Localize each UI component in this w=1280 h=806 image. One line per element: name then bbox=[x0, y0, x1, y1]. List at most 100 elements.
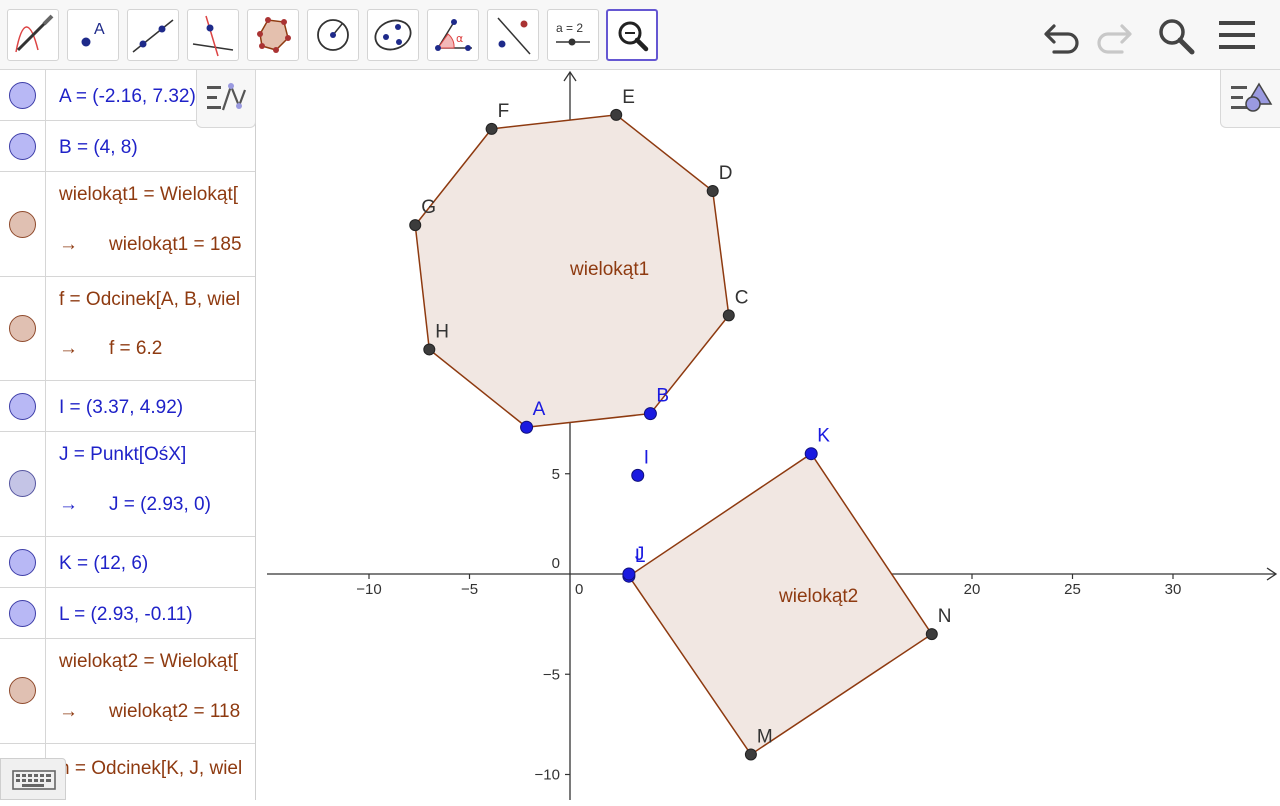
circle-icon bbox=[317, 19, 349, 51]
point-K[interactable] bbox=[804, 447, 818, 461]
point-M[interactable] bbox=[744, 748, 757, 761]
visibility-toggle[interactable] bbox=[9, 393, 36, 420]
algebra-text: B = (4, 8) bbox=[59, 137, 138, 158]
graphics-canvas[interactable]: −10−505101520253020151050−5−10 ABCDEFGHL… bbox=[257, 70, 1280, 800]
point-B[interactable] bbox=[643, 407, 657, 421]
algebra-value: → J = (2.93, 0) bbox=[59, 494, 211, 515]
algebra-text: wielokąt1 = Wielokąt[ bbox=[59, 184, 238, 205]
circle-tool[interactable] bbox=[307, 9, 359, 61]
svg-text:α: α bbox=[456, 32, 463, 45]
line-icon bbox=[132, 19, 174, 53]
reflect-icon bbox=[497, 17, 531, 55]
point-N[interactable] bbox=[925, 628, 938, 641]
zoom-tool[interactable] bbox=[606, 9, 658, 61]
algebra-value: → wielokąt1 = 185 bbox=[59, 234, 242, 255]
algebra-row-J[interactable]: J = Punkt[OśX] → J = (2.93, 0) bbox=[0, 432, 255, 537]
algebra-text: L = (2.93, -0.11) bbox=[59, 604, 193, 625]
algebra-text: J = Punkt[OśX] bbox=[59, 444, 187, 465]
point-label-I: I bbox=[644, 447, 649, 468]
point-label-E: E bbox=[622, 87, 635, 108]
algebra-row-wielokat2[interactable]: wielokąt2 = Wielokąt[ → wielokąt2 = 118 bbox=[0, 639, 255, 744]
point-H[interactable] bbox=[423, 343, 436, 356]
algebra-view: A = (-2.16, 7.32) B = (4, 8) wielokąt1 =… bbox=[0, 70, 256, 800]
point-icon: A bbox=[81, 21, 105, 47]
x-tick-label: 0 bbox=[575, 581, 583, 598]
algebra-row-L[interactable]: L = (2.93, -0.11) bbox=[0, 588, 255, 639]
algebra-text: f = Odcinek[A, B, wiel bbox=[59, 289, 241, 310]
point-label-G: G bbox=[421, 197, 436, 218]
visibility-toggle[interactable] bbox=[9, 470, 36, 497]
angle-tool[interactable]: α bbox=[427, 9, 479, 61]
function-inspector-tool[interactable] bbox=[7, 9, 59, 61]
x-tick-label: 20 bbox=[964, 581, 981, 598]
point-label-B: B bbox=[656, 386, 669, 407]
visibility-toggle[interactable] bbox=[9, 82, 36, 109]
algebra-value: → wielokąt2 = 118 bbox=[59, 701, 241, 722]
visibility-toggle[interactable] bbox=[9, 677, 36, 704]
algebra-row-I[interactable]: I = (3.37, 4.92) bbox=[0, 381, 255, 432]
y-tick-label: 0 bbox=[552, 555, 560, 572]
algebra-row-K[interactable]: K = (12, 6) bbox=[0, 537, 255, 588]
algebra-row-B[interactable]: B = (4, 8) bbox=[0, 121, 255, 172]
visibility-toggle[interactable] bbox=[9, 600, 36, 627]
point-F[interactable] bbox=[485, 122, 498, 135]
function-inspector-icon bbox=[15, 14, 54, 53]
algebra-value: → f = 6.2 bbox=[59, 338, 163, 359]
point-label-J: J bbox=[635, 544, 645, 565]
perpendicular-line-tool[interactable] bbox=[187, 9, 239, 61]
x-tick-label: −10 bbox=[356, 581, 381, 598]
keyboard-icon bbox=[12, 770, 56, 790]
point-J[interactable] bbox=[622, 567, 636, 581]
style-bar-icon bbox=[207, 82, 247, 111]
algebra-row-f[interactable]: f = Odcinek[A, B, wiel → f = 6.2 bbox=[0, 277, 255, 381]
conic-tool[interactable] bbox=[367, 9, 419, 61]
polygon-icon bbox=[257, 17, 291, 53]
visibility-toggle[interactable] bbox=[9, 549, 36, 576]
point-A[interactable] bbox=[520, 420, 534, 434]
algebra-text: K = (12, 6) bbox=[59, 553, 149, 574]
point-tool[interactable]: A bbox=[67, 9, 119, 61]
point-label-M: M bbox=[757, 726, 773, 747]
toolbar: A α a = 2 bbox=[0, 0, 1280, 70]
algebra-text: h = Odcinek[K, J, wiel bbox=[59, 758, 243, 779]
reflect-tool[interactable] bbox=[487, 9, 539, 61]
point-I[interactable] bbox=[631, 468, 645, 482]
perpendicular-line-icon bbox=[192, 15, 234, 57]
point-G[interactable] bbox=[409, 219, 422, 232]
y-tick-label: −5 bbox=[543, 666, 560, 683]
algebra-text: I = (3.37, 4.92) bbox=[59, 397, 184, 418]
polygon-label-wielokat1: wielokąt1 bbox=[569, 259, 649, 280]
visibility-toggle[interactable] bbox=[9, 315, 36, 342]
x-tick-label: 30 bbox=[1165, 581, 1182, 598]
polygon-tool[interactable] bbox=[247, 9, 299, 61]
point-E[interactable] bbox=[610, 108, 623, 121]
graphics-view[interactable]: −10−505101520253020151050−5−10 ABCDEFGHL… bbox=[257, 70, 1280, 800]
visibility-toggle[interactable] bbox=[9, 211, 36, 238]
point-label-C: C bbox=[735, 287, 749, 308]
menu-icon[interactable] bbox=[1214, 12, 1260, 58]
x-tick-label: 25 bbox=[1064, 581, 1081, 598]
point-label-H: H bbox=[435, 321, 449, 342]
line-tool[interactable] bbox=[127, 9, 179, 61]
point-label-F: F bbox=[498, 101, 510, 122]
zoom-icon bbox=[618, 21, 649, 52]
polygon-label-wielokat2: wielokąt2 bbox=[778, 586, 858, 607]
slider-icon: a = 2 bbox=[556, 21, 590, 46]
conic-icon bbox=[374, 19, 412, 51]
algebra-style-button[interactable] bbox=[196, 70, 256, 128]
point-D[interactable] bbox=[706, 185, 719, 198]
undo-icon[interactable] bbox=[1040, 12, 1086, 58]
point-label-A: A bbox=[533, 399, 546, 420]
redo-icon[interactable] bbox=[1090, 12, 1136, 58]
visibility-toggle[interactable] bbox=[9, 133, 36, 160]
point-C[interactable] bbox=[722, 309, 735, 322]
keyboard-toggle-button[interactable] bbox=[0, 758, 66, 800]
point-label-K: K bbox=[817, 426, 830, 447]
search-icon[interactable] bbox=[1152, 12, 1198, 58]
y-tick-label: −10 bbox=[535, 767, 560, 784]
algebra-row-wielokat1[interactable]: wielokąt1 = Wielokąt[ → wielokąt1 = 185 bbox=[0, 172, 255, 277]
algebra-text: A = (-2.16, 7.32) bbox=[59, 86, 196, 107]
point-label-N: N bbox=[938, 606, 952, 627]
algebra-text: wielokąt2 = Wielokąt[ bbox=[59, 651, 238, 672]
slider-tool[interactable]: a = 2 bbox=[547, 9, 599, 61]
